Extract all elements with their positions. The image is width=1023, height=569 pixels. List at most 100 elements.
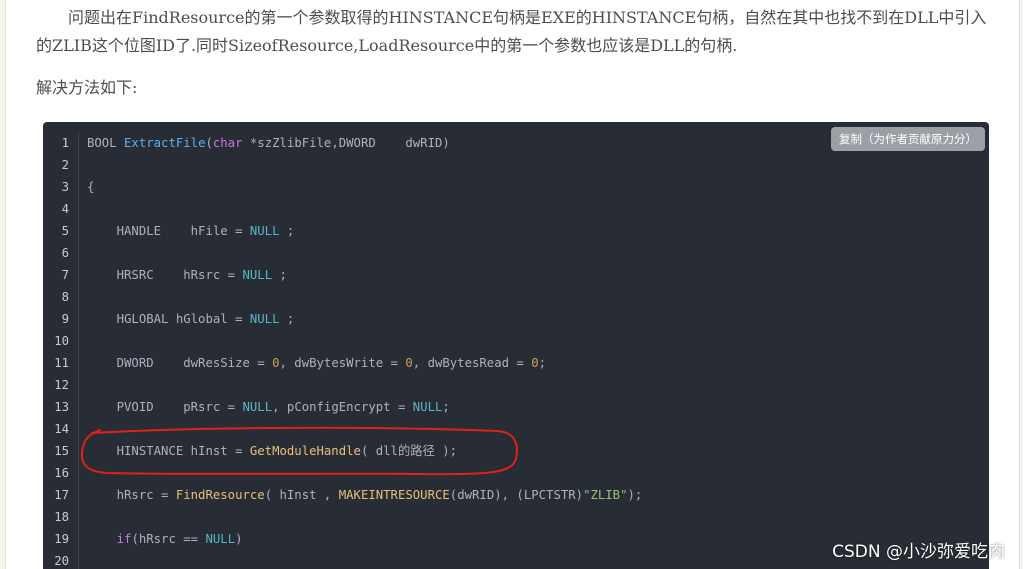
line-number: 7 (43, 264, 79, 286)
line-number: 6 (43, 242, 79, 264)
code-token: NULL (412, 400, 443, 414)
code-token: NULL (249, 312, 280, 326)
code-token: NULL (242, 268, 273, 282)
code-token: (dwRID), (LPCTSTR) (449, 488, 584, 502)
code-token: HGLOBAL hGlobal = (87, 312, 250, 326)
csdn-watermark: CSDN @小沙弥爱吃肉 (832, 542, 1005, 562)
code-text: PVOID pRsrc = NULL, pConfigEncrypt = NUL… (79, 396, 450, 418)
section-heading: 解决方法如下: (36, 78, 138, 97)
code-token: HINSTANCE hInst = (87, 444, 250, 458)
code-token: HANDLE hFile = (87, 224, 250, 238)
line-number: 16 (43, 462, 79, 484)
article-page: 问题出在FindResource的第一个参数取得的HINSTANCE句柄是EXE… (5, 0, 1020, 569)
line-number: 11 (43, 352, 79, 374)
code-token: BOOL (87, 136, 125, 150)
code-block: 复制（为作者贡献原力分） 1 BOOL ExtractFile(char *szZ… (43, 122, 989, 569)
code-token: if (116, 532, 132, 546)
code-token: ExtractFile (124, 136, 206, 150)
code-line: 5 HANDLE hFile = NULL ; (43, 220, 989, 242)
paragraph-text: 问题出在FindResource的第一个参数取得的HINSTANCE句柄是EXE… (36, 8, 987, 55)
code-token: NULL (249, 224, 280, 238)
code-line: 13 PVOID pRsrc = NULL, pConfigEncrypt = … (43, 396, 989, 418)
code-token: "ZLIB" (583, 488, 628, 502)
code-line: 4 (43, 198, 989, 220)
code-line: 14 (43, 418, 989, 440)
code-token: NULL (205, 532, 236, 546)
line-number: 13 (43, 396, 79, 418)
code-token: ( dll的路径 ); (360, 444, 458, 458)
code-token: , dwBytesWrite = (279, 356, 406, 370)
code-line: 11 DWORD dwResSize = 0, dwBytesWrite = 0… (43, 352, 989, 374)
code-line: 9 HGLOBAL hGlobal = NULL ; (43, 308, 989, 330)
article-paragraph: 问题出在FindResource的第一个参数取得的HINSTANCE句柄是EXE… (36, 4, 999, 60)
line-number: 19 (43, 528, 79, 550)
code-line: 12 (43, 374, 989, 396)
code-line: 17 hRsrc = FindResource( hInst , MAKEINT… (43, 484, 989, 506)
code-token: 0 (272, 356, 280, 370)
line-number: 17 (43, 484, 79, 506)
code-token: PVOID pRsrc = (87, 400, 243, 414)
line-number: 9 (43, 308, 79, 330)
code-line: 1 BOOL ExtractFile(char *szZlibFile,DWORD… (43, 132, 989, 154)
code-token: GetModuleHandle (249, 444, 361, 458)
code-line: 3{ (43, 176, 989, 198)
code-token: hRsrc = (87, 488, 176, 502)
line-number: 14 (43, 418, 79, 440)
code-token: 0 (531, 356, 539, 370)
code-text: HINSTANCE hInst = GetModuleHandle( dll的路… (79, 440, 457, 462)
line-number: 2 (43, 154, 79, 176)
code-lines: 1 BOOL ExtractFile(char *szZlibFile,DWORD… (43, 132, 989, 569)
code-text: DWORD dwResSize = 0, dwBytesWrite = 0, d… (79, 352, 546, 374)
code-token: ; (442, 400, 450, 414)
code-token: NULL (242, 400, 273, 414)
code-token: ; (279, 312, 295, 326)
code-token: ; (272, 268, 287, 282)
code-text: if(hRsrc == NULL) (79, 528, 243, 550)
line-number: 12 (43, 374, 79, 396)
line-number: 1 (43, 132, 79, 154)
line-number: 8 (43, 286, 79, 308)
code-token: (hRsrc == (131, 532, 206, 546)
code-text: BOOL ExtractFile(char *szZlibFile,DWORD … (79, 132, 450, 154)
code-token: DWORD dwResSize = (87, 356, 273, 370)
code-text: HGLOBAL hGlobal = NULL ; (79, 308, 295, 330)
code-token: , pConfigEncrypt = (272, 400, 413, 414)
code-token: ; (538, 356, 547, 370)
line-number: 18 (43, 506, 79, 528)
code-line: 16 (43, 462, 989, 484)
code-line: 10 (43, 330, 989, 352)
code-token: ) (235, 532, 243, 546)
code-line: 2 (43, 154, 989, 176)
line-number: 3 (43, 176, 79, 198)
code-token: ); (627, 488, 643, 502)
code-token: 0 (405, 356, 413, 370)
code-text: HRSRC hRsrc = NULL ; (79, 264, 287, 286)
line-number: 10 (43, 330, 79, 352)
code-token: { (87, 180, 95, 194)
code-token: ( hInst , (264, 488, 339, 502)
code-token: ; (279, 224, 295, 238)
code-token: HRSRC hRsrc = (87, 268, 243, 282)
code-line: 7 HRSRC hRsrc = NULL ; (43, 264, 989, 286)
code-line: 15 HINSTANCE hInst = GetModuleHandle( dl… (43, 440, 989, 462)
code-text: hRsrc = FindResource( hInst , MAKEINTRES… (79, 484, 643, 506)
code-token: char (212, 136, 243, 150)
code-text: { (79, 176, 94, 198)
code-token: *szZlibFile,DWORD dwRID) (242, 136, 450, 150)
line-number: 5 (43, 220, 79, 242)
code-line: 18 (43, 506, 989, 528)
line-number: 20 (43, 550, 79, 569)
line-number: 4 (43, 198, 79, 220)
code-token: MAKEINTRESOURCE (338, 488, 450, 502)
code-line: 8 (43, 286, 989, 308)
